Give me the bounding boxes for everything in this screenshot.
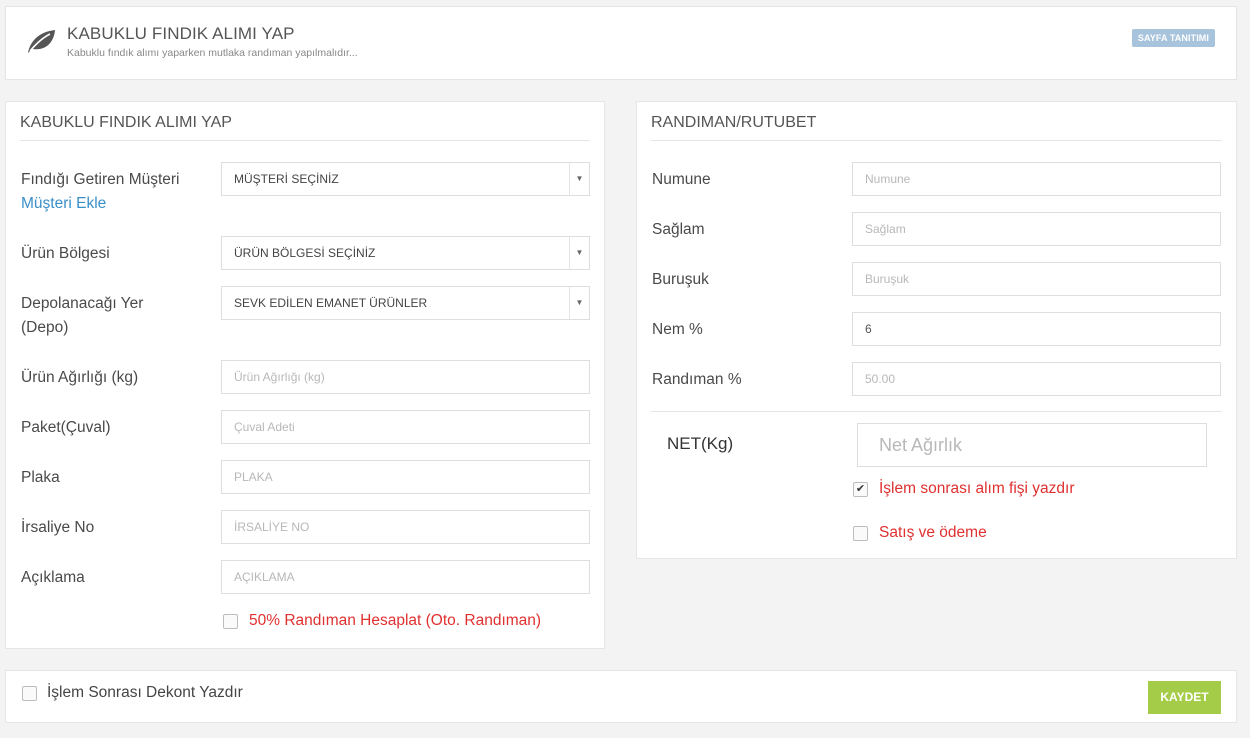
weight-input[interactable]: Ürün Ağırlığı (kg) bbox=[221, 360, 590, 394]
wrinkled-label: Buruşuk bbox=[652, 271, 709, 288]
auto-yield-label[interactable]: 50% Randıman Hesaplat (Oto. Randıman) bbox=[249, 611, 541, 631]
save-button[interactable]: KAYDET bbox=[1148, 681, 1221, 714]
print-receipt-label[interactable]: İşlem sonrası alım fişi yazdır bbox=[879, 479, 1075, 499]
page-subtitle: Kabuklu fındık alımı yaparken mutlaka ra… bbox=[67, 47, 358, 59]
yield-input[interactable]: 50.00 bbox=[852, 362, 1221, 396]
waybill-label: İrsaliye No bbox=[21, 519, 95, 536]
customer-label: Fındığı Getiren Müşteri bbox=[21, 171, 180, 188]
customer-select[interactable]: MÜŞTERİ SEÇİNİZ ▼ bbox=[221, 162, 590, 196]
waybill-input[interactable]: İRSALİYE NO bbox=[221, 510, 590, 544]
package-count-input[interactable]: Çuval Adeti bbox=[221, 410, 590, 444]
note-label: Açıklama bbox=[21, 569, 85, 586]
sound-label: Sağlam bbox=[652, 221, 705, 238]
page-title: KABUKLU FINDIK ALIMI YAP bbox=[67, 24, 295, 43]
moisture-input[interactable]: 6 bbox=[852, 312, 1221, 346]
panel-title: KABUKLU FINDIK ALIMI YAP bbox=[20, 114, 232, 131]
sample-label: Numune bbox=[652, 171, 711, 188]
plate-input[interactable]: PLAKA bbox=[221, 460, 590, 494]
wrinkled-input[interactable]: Buruşuk bbox=[852, 262, 1221, 296]
net-weight-input[interactable]: Net Ağırlık bbox=[857, 423, 1207, 467]
panel-title: RANDIMAN/RUTUBET bbox=[651, 114, 817, 131]
leaf-icon bbox=[28, 30, 55, 53]
purchase-form-panel: KABUKLU FINDIK ALIMI YAP Fındığı Getiren… bbox=[5, 101, 605, 649]
form-footer: İşlem Sonrası Dekont Yazdır KAYDET bbox=[5, 670, 1237, 723]
yield-moisture-panel: RANDIMAN/RUTUBET Numune Numune Sağlam Sa… bbox=[636, 101, 1237, 559]
chevron-down-icon: ▼ bbox=[569, 287, 589, 319]
region-label: Ürün Bölgesi bbox=[21, 245, 110, 262]
depot-select[interactable]: SEVK EDİLEN EMANET ÜRÜNLER ▼ bbox=[221, 286, 590, 320]
print-receipt-checkbox[interactable]: ✔ bbox=[853, 482, 868, 497]
sale-payment-checkbox[interactable] bbox=[853, 526, 868, 541]
sale-payment-label[interactable]: Satış ve ödeme bbox=[879, 523, 987, 543]
net-weight-label: NET(Kg) bbox=[667, 434, 734, 453]
chevron-down-icon: ▼ bbox=[569, 163, 589, 195]
customer-select-value: MÜŞTERİ SEÇİNİZ bbox=[234, 172, 339, 186]
sound-input[interactable]: Sağlam bbox=[852, 212, 1221, 246]
depot-select-value: SEVK EDİLEN EMANET ÜRÜNLER bbox=[234, 296, 428, 310]
divider bbox=[651, 140, 1222, 141]
divider bbox=[20, 140, 590, 141]
page-intro-badge[interactable]: SAYFA TANITIMI bbox=[1131, 29, 1215, 47]
chevron-down-icon: ▼ bbox=[569, 237, 589, 269]
moisture-label: Nem % bbox=[652, 321, 703, 338]
auto-yield-checkbox[interactable] bbox=[223, 614, 238, 629]
add-customer-link[interactable]: Müşteri Ekle bbox=[21, 192, 106, 216]
yield-label: Randıman % bbox=[652, 371, 742, 388]
print-slip-label[interactable]: İşlem Sonrası Dekont Yazdır bbox=[47, 683, 243, 703]
sample-input[interactable]: Numune bbox=[852, 162, 1221, 196]
depot-label-sub: (Depo) bbox=[21, 319, 69, 336]
weight-label: Ürün Ağırlığı (kg) bbox=[21, 369, 139, 386]
print-slip-checkbox[interactable] bbox=[22, 686, 37, 701]
region-select-value: ÜRÜN BÖLGESİ SEÇİNİZ bbox=[234, 246, 376, 260]
note-input[interactable]: AÇIKLAMA bbox=[221, 560, 590, 594]
divider bbox=[651, 411, 1222, 412]
region-select[interactable]: ÜRÜN BÖLGESİ SEÇİNİZ ▼ bbox=[221, 236, 590, 270]
depot-label: Depolanacağı Yer bbox=[21, 295, 144, 312]
package-label: Paket(Çuval) bbox=[21, 419, 111, 436]
page-header: KABUKLU FINDIK ALIMI YAP Kabuklu fındık … bbox=[5, 6, 1237, 80]
plate-label: Plaka bbox=[21, 469, 60, 486]
